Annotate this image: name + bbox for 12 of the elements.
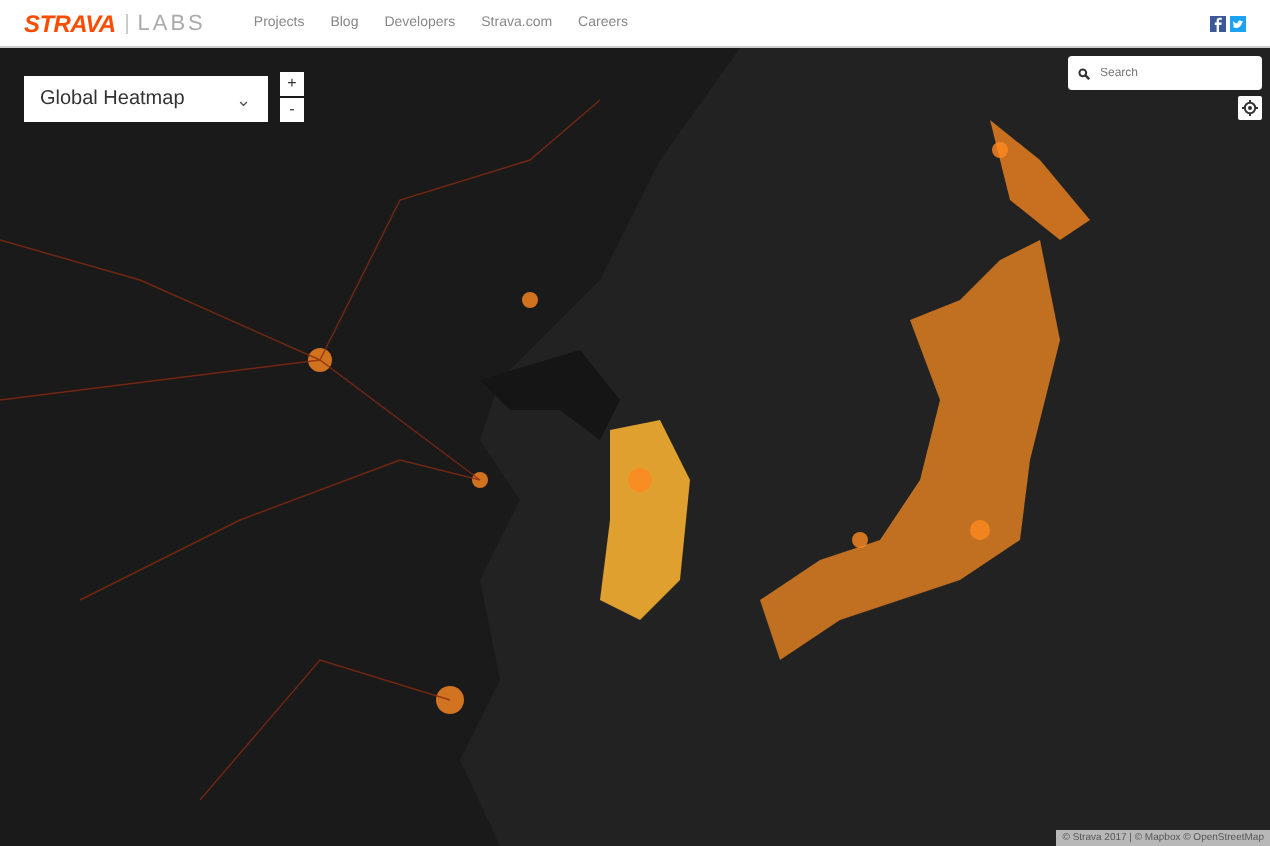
locate-icon <box>1242 100 1258 116</box>
zoom-out-button[interactable]: - <box>280 98 304 122</box>
logo[interactable]: STRAVA <box>24 9 116 37</box>
layer-dropdown[interactable]: Global Heatmap ⌄ <box>24 76 268 122</box>
twitter-icon[interactable] <box>1230 15 1246 31</box>
facebook-icon[interactable] <box>1210 15 1226 31</box>
search-icon <box>1078 68 1090 80</box>
locate-button[interactable] <box>1238 96 1262 120</box>
zoom-in-button[interactable]: + <box>280 72 304 96</box>
caret-icon: ⌄ <box>236 89 252 109</box>
peninsula-shape <box>480 350 620 440</box>
labs-label: LABS <box>137 11 206 35</box>
